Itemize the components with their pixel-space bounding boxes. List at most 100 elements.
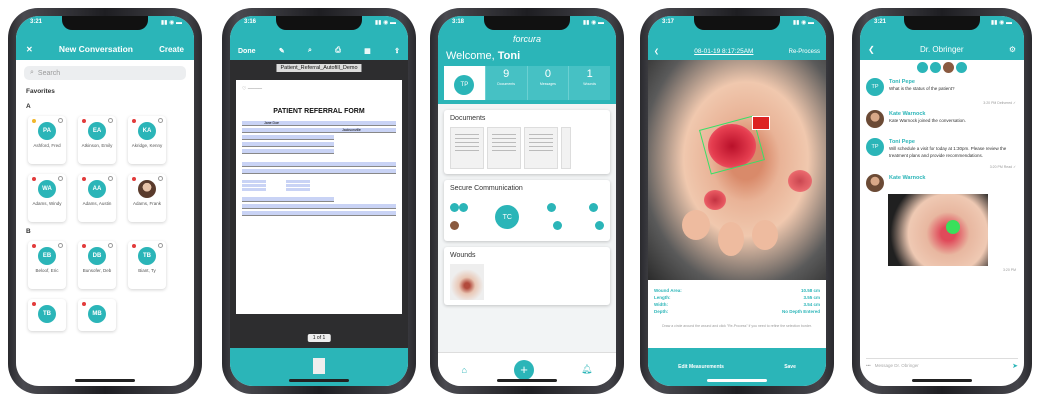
info-icon[interactable] — [108, 176, 113, 181]
contact-grid-a: PA Ashford, Fred EA Atkinson, Emily KA Akri… — [16, 114, 194, 224]
wound-photo[interactable] — [648, 60, 826, 280]
stats-bar: TP 9 Documents 0 Messages 1 Wounds — [444, 66, 610, 100]
checkbox-row[interactable] — [242, 180, 396, 183]
form-field[interactable] — [242, 135, 335, 140]
wounds-panel[interactable]: Wounds — [444, 247, 610, 305]
notch — [62, 16, 148, 30]
wound-image-attachment[interactable] — [888, 193, 988, 266]
search-icon[interactable]: ⌕ — [308, 47, 312, 55]
home-indicator[interactable] — [912, 379, 972, 382]
contact-card[interactable]: MB — [78, 299, 116, 331]
document-thumbnails — [450, 127, 604, 169]
home-indicator[interactable] — [75, 379, 135, 382]
form-field[interactable]: Jane Doe — [242, 121, 396, 126]
contact-card[interactable]: PA Ashford, Fred — [28, 116, 66, 164]
welcome-text: Welcome, Toni — [446, 50, 520, 62]
screen: 3:18 ▮▮ ◉ ▬ forcura Welcome, Toni TP 9 Do… — [438, 16, 616, 386]
contact-card[interactable]: DB Bunsofer, Deb — [78, 241, 116, 289]
form-field[interactable] — [242, 142, 335, 147]
screen: 3:21 ▮▮ ◉ ▬ ❮ Dr. Obringer ⚙ TP Toni Pep… — [860, 16, 1024, 386]
form-field[interactable] — [242, 169, 396, 174]
info-icon[interactable] — [158, 176, 163, 181]
info-icon[interactable] — [108, 243, 113, 248]
document-thumbnail[interactable] — [487, 127, 521, 169]
back-icon[interactable]: ❮ — [868, 45, 875, 54]
contact-name: Akridge, Kenny — [131, 143, 163, 148]
home-indicator[interactable] — [707, 379, 767, 382]
form-field[interactable] — [242, 197, 335, 202]
document-thumbnail[interactable] — [561, 127, 571, 169]
participants[interactable] — [860, 62, 1024, 73]
info-icon[interactable] — [58, 118, 63, 123]
info-icon[interactable] — [158, 118, 163, 123]
page-thumbnail[interactable] — [313, 358, 325, 374]
form-field[interactable] — [242, 149, 335, 154]
document-thumbnail[interactable] — [450, 127, 484, 169]
measure-row: Depth: No Depth Entered — [654, 309, 820, 314]
wound-thumbnail[interactable] — [450, 264, 484, 300]
print-icon[interactable]: ⎙ — [335, 47, 341, 55]
contact-card[interactable]: KA Akridge, Kenny — [128, 116, 166, 164]
message-input[interactable]: ••• Message Dr. Obringer ➤ — [866, 358, 1018, 372]
bell-icon[interactable]: 🔔︎ — [581, 364, 592, 375]
gear-icon[interactable]: ⚙ — [1009, 45, 1016, 54]
home-indicator[interactable] — [289, 379, 349, 382]
conversation-group[interactable] — [450, 199, 468, 235]
add-button[interactable]: + — [513, 359, 534, 380]
message: TP Toni Pepe Will schedule a visit for to… — [860, 133, 1024, 165]
conversation-avatar[interactable]: TC — [495, 205, 520, 229]
avatar: WA — [38, 180, 56, 198]
back-icon[interactable]: ❮ — [654, 48, 659, 55]
secure-communication-panel[interactable]: Secure Communication TC — [444, 180, 610, 241]
send-icon[interactable]: ➤ — [1012, 362, 1018, 370]
more-icon[interactable]: ••• — [866, 363, 871, 368]
search-input[interactable]: ⌕ Search — [24, 66, 186, 80]
avatar-photo — [138, 180, 156, 198]
close-button[interactable]: ✕ — [26, 45, 33, 54]
pdf-page[interactable]: ♡ ──── PATIENT REFERRAL FORM Jane Doe Ja… — [236, 80, 402, 314]
document-thumbnail[interactable] — [524, 127, 558, 169]
contact-card[interactable]: TB Biant, Ty — [128, 241, 166, 289]
contact-name: Beloof, Eric — [35, 268, 59, 273]
conversation-group[interactable] — [546, 199, 562, 235]
checkbox-row[interactable] — [242, 184, 396, 187]
info-icon[interactable] — [108, 118, 113, 123]
measurements-panel: Wound Area: 10.58 cm Length: 3.55 cm Width… — [648, 280, 826, 348]
edit-icon[interactable]: ✎ — [279, 47, 285, 55]
checkbox-row[interactable] — [242, 188, 396, 191]
form-field[interactable] — [242, 204, 396, 209]
info-icon[interactable] — [158, 243, 163, 248]
home-indicator[interactable] — [497, 379, 557, 382]
notch — [484, 16, 570, 30]
panel-title: Documents — [450, 115, 486, 122]
info-icon[interactable] — [58, 243, 63, 248]
edit-measurements-button[interactable]: Edit Measurements — [678, 364, 724, 370]
stat-value: 1 — [586, 68, 593, 80]
stat-wounds[interactable]: 1 Wounds — [568, 66, 610, 100]
reprocess-button[interactable]: Re-Process — [789, 49, 820, 55]
share-icon[interactable]: ⇪ — [394, 47, 400, 55]
form-field[interactable] — [242, 211, 396, 216]
contact-card[interactable]: TB — [28, 299, 66, 331]
contact-card[interactable]: EA Atkinson, Emily — [78, 116, 116, 164]
contact-card[interactable]: Adams, Frank — [128, 174, 166, 222]
done-button[interactable]: Done — [238, 48, 256, 55]
contact-card[interactable]: EB Beloof, Eric — [28, 241, 66, 289]
stat-documents[interactable]: 9 Documents — [484, 66, 527, 100]
notch — [276, 16, 362, 30]
avatar: TP — [454, 74, 475, 95]
stat-messages[interactable]: 0 Messages — [526, 66, 569, 100]
home-icon[interactable]: ⌂ — [462, 365, 467, 375]
save-button[interactable]: Save — [784, 364, 796, 370]
form-field[interactable]: Jacksonville — [242, 128, 396, 133]
contact-card[interactable]: AA Adams, Austin — [78, 174, 116, 222]
info-icon[interactable] — [58, 176, 63, 181]
documents-panel[interactable]: Documents — [444, 110, 610, 174]
profile-avatar[interactable]: TP — [444, 66, 485, 100]
measure-label: Depth: — [654, 309, 669, 314]
create-button[interactable]: Create — [159, 45, 184, 54]
form-field[interactable] — [242, 162, 396, 167]
contact-card[interactable]: WA Adams, Windy — [28, 174, 66, 222]
conversation-group[interactable] — [588, 199, 604, 235]
grid-icon[interactable]: ▦ — [364, 47, 371, 55]
